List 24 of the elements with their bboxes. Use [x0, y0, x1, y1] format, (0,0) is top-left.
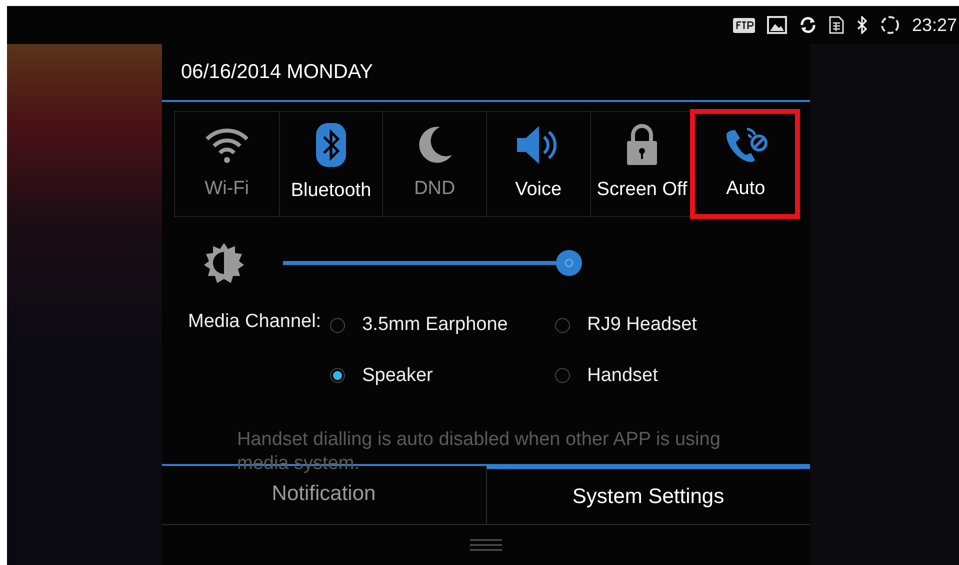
loading-circle-icon	[880, 15, 900, 35]
brightness-icon	[202, 241, 246, 285]
sim-card-icon	[828, 16, 844, 34]
quick-toggle[interactable]: Screen Off	[590, 112, 694, 216]
status-time: 23:27	[912, 14, 957, 36]
drag-handle-icon[interactable]	[470, 539, 502, 551]
radio-option[interactable]: 3.5mm Earphone	[330, 311, 556, 340]
quick-toggle[interactable]: Auto	[693, 112, 798, 216]
radio-option[interactable]: Speaker	[330, 362, 556, 390]
brightness-slider[interactable]	[283, 250, 581, 276]
quick-toggle[interactable]: Bluetooth	[278, 112, 382, 216]
bluetooth-icon	[316, 122, 346, 167]
date-text: 06/16/2014 MONDAY	[181, 60, 373, 85]
sync-icon	[798, 16, 817, 34]
radio-option[interactable]: RJ9 Headset	[555, 311, 776, 340]
bluetooth-icon	[856, 16, 868, 34]
quick-toggle[interactable]: Voice	[486, 112, 590, 216]
lock-icon	[625, 124, 659, 166]
image-icon	[766, 16, 787, 34]
quick-toggle[interactable]: DND	[382, 112, 486, 216]
media-channel-label: Media Channel:	[188, 310, 322, 334]
quick-toggle[interactable]: Wi-Fi	[175, 112, 279, 216]
ftp-icon	[732, 18, 755, 32]
radio-option[interactable]: Handset	[555, 362, 776, 390]
